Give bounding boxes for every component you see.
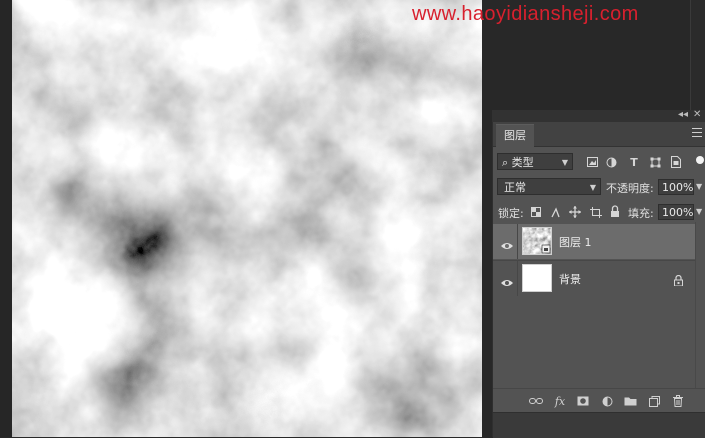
- lock-icon: [674, 271, 683, 290]
- filter-adjustment-icon[interactable]: [604, 155, 618, 169]
- tab-layers[interactable]: 图层: [496, 124, 534, 148]
- filter-row: ⌕ 类型 ▼ T: [493, 152, 705, 172]
- opacity-dropdown-icon[interactable]: ▼: [696, 182, 702, 191]
- visibility-eye-icon[interactable]: [500, 273, 514, 286]
- new-layer-icon[interactable]: [646, 393, 662, 409]
- layers-footer: fx: [493, 388, 705, 413]
- panel-dock-header: ◂◂ ✕: [492, 109, 705, 122]
- layer-thumbnail-white[interactable]: [522, 264, 552, 292]
- filter-pixel-icon[interactable]: [585, 155, 599, 169]
- layer-thumbnail-clouds[interactable]: [522, 227, 552, 255]
- layers-panel: 图层 ⌕ 类型 ▼ T 正常 ▼ 不透明度: 100% ▼ 锁定: 填充: 10…: [492, 122, 705, 438]
- adjustment-icon[interactable]: [599, 393, 615, 409]
- lock-transparent-icon[interactable]: [529, 205, 543, 219]
- filter-kind-select[interactable]: ⌕ 类型 ▼: [497, 153, 573, 170]
- trash-icon[interactable]: [670, 393, 686, 409]
- chevron-down-icon: ▼: [589, 183, 596, 192]
- column-divider: [517, 261, 518, 296]
- filter-toggle-icon[interactable]: [696, 156, 704, 164]
- panel-menu-icon[interactable]: [692, 128, 702, 137]
- opacity-label: 不透明度:: [606, 182, 654, 195]
- opacity-field[interactable]: 100%: [658, 179, 694, 195]
- fill-label: 填充:: [628, 207, 654, 220]
- blend-mode-select[interactable]: 正常 ▼: [497, 178, 601, 195]
- filter-kind-label: 类型: [511, 156, 534, 169]
- filter-shape-icon[interactable]: [648, 155, 662, 169]
- fill-dropdown-icon[interactable]: ▼: [696, 207, 702, 216]
- layer-name[interactable]: 背景: [559, 271, 581, 287]
- lock-image-icon[interactable]: [548, 205, 562, 219]
- group-folder-icon[interactable]: [622, 393, 638, 409]
- layer-row-background[interactable]: 背景: [493, 260, 696, 296]
- document-canvas[interactable]: [12, 0, 482, 437]
- close-panel-icon[interactable]: ✕: [693, 109, 701, 121]
- right-scrollbar[interactable]: [690, 0, 705, 110]
- clouds-render: [12, 0, 482, 437]
- layer-row-layer1[interactable]: 图层 1: [493, 224, 696, 259]
- lock-label: 锁定:: [498, 207, 524, 220]
- panel-tab-bar: 图层: [493, 122, 705, 148]
- column-divider: [517, 224, 518, 259]
- collapse-panel-icon[interactable]: ◂◂: [678, 109, 688, 121]
- layers-scrollbar[interactable]: [695, 222, 705, 402]
- chevron-down-icon: ▼: [561, 158, 568, 167]
- search-icon: ⌕: [502, 156, 509, 169]
- fx-icon[interactable]: fx: [552, 393, 568, 409]
- lock-row: 锁定: 填充: 100% ▼: [493, 202, 705, 222]
- blend-mode-value: 正常: [504, 181, 526, 194]
- lock-position-icon[interactable]: [568, 205, 582, 219]
- lock-artboard-icon[interactable]: [589, 205, 603, 219]
- layers-list: 图层 1 背景: [493, 222, 705, 392]
- panel-bottom-strip: [493, 412, 705, 438]
- filter-type-icon[interactable]: T: [627, 155, 641, 169]
- visibility-eye-icon[interactable]: [500, 236, 514, 249]
- left-scroll-strip: [0, 0, 12, 437]
- fill-field[interactable]: 100%: [658, 204, 694, 220]
- layer-name[interactable]: 图层 1: [559, 234, 592, 250]
- watermark-text: www.haoyidiansheji.com: [412, 3, 639, 25]
- link-layers-icon[interactable]: [528, 393, 544, 409]
- blend-row: 正常 ▼ 不透明度: 100% ▼: [493, 177, 705, 197]
- filter-smart-object-icon[interactable]: [669, 155, 683, 169]
- lock-all-icon[interactable]: [608, 204, 622, 218]
- mask-icon[interactable]: [575, 393, 591, 409]
